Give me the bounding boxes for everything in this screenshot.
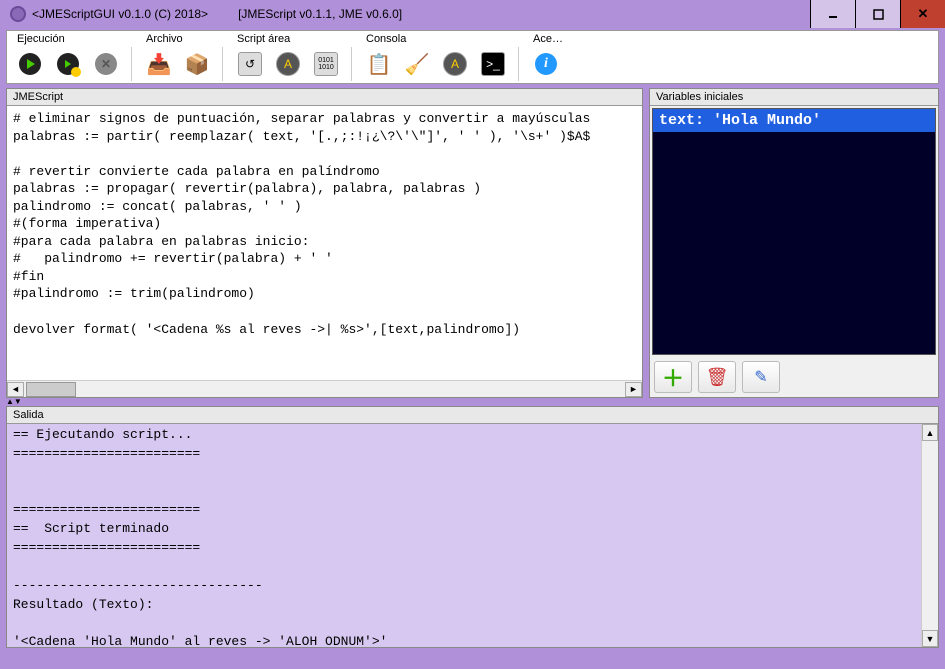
trash-icon: 🗑 xyxy=(706,367,729,388)
app-icon xyxy=(10,6,26,22)
output-panel: Salida == Ejecutando script... =========… xyxy=(6,406,939,648)
binary-icon: 01011010 xyxy=(314,52,338,76)
toolbar-group-script: Script área ↺ A 01011010 xyxy=(233,33,352,81)
stop-icon xyxy=(95,53,117,75)
toolbar: Ejecución Archivo 📥 📦 Script área ↺ A 01… xyxy=(6,30,939,84)
close-button[interactable]: ✕ xyxy=(900,0,945,28)
vars-panel-header: Variables iniciales xyxy=(650,89,938,106)
editor-hscrollbar[interactable]: ◄ ► xyxy=(7,380,642,397)
play-icon xyxy=(19,53,41,75)
vars-list[interactable]: text: 'Hola Mundo' xyxy=(652,108,936,355)
stop-button[interactable] xyxy=(89,47,123,81)
script-panel: JMEScript # eliminar signos de puntuació… xyxy=(6,88,643,398)
splitter-handle[interactable]: ▲▼ xyxy=(6,398,939,406)
app-title: <JMEScriptGUI v0.1.0 (C) 2018> xyxy=(32,7,208,21)
info-icon: i xyxy=(535,53,557,75)
vars-panel: Variables iniciales text: 'Hola Mundo' ＋… xyxy=(649,88,939,398)
scroll-thumb[interactable] xyxy=(26,382,76,397)
script-clear-button[interactable]: ↺ xyxy=(233,47,267,81)
terminal-icon: >_ xyxy=(481,52,505,76)
var-add-button[interactable]: ＋ xyxy=(654,361,692,393)
pencil-icon: ✎ xyxy=(754,367,767,387)
console-terminal-button[interactable]: >_ xyxy=(476,47,510,81)
copy-icon: 📋 xyxy=(367,52,392,77)
scroll-right-arrow[interactable]: ► xyxy=(625,382,642,397)
script-editor[interactable]: # eliminar signos de puntuación, separar… xyxy=(7,106,642,380)
output-body[interactable]: == Ejecutando script... ================… xyxy=(7,424,921,647)
scroll-left-arrow[interactable]: ◄ xyxy=(7,382,24,397)
toolbar-label-ejecucion: Ejecución xyxy=(13,33,132,45)
vars-toolbar: ＋ 🗑 ✎ xyxy=(650,357,938,397)
plus-icon: ＋ xyxy=(662,361,684,393)
run-button[interactable] xyxy=(13,47,47,81)
about-button[interactable]: i xyxy=(529,47,563,81)
font-icon: A xyxy=(276,52,300,76)
vars-item-selected[interactable]: text: 'Hola Mundo' xyxy=(653,109,935,132)
toolbar-group-consola: Consola 📋 🧹 A >_ xyxy=(362,33,519,81)
script-font-button[interactable]: A xyxy=(271,47,305,81)
broom-icon: 🧹 xyxy=(405,52,430,77)
scroll-down-arrow[interactable]: ▼ xyxy=(922,630,938,647)
open-icon: 📥 xyxy=(147,52,172,77)
script-panel-header: JMEScript xyxy=(7,89,642,106)
toolbar-label-acerca: Ace… xyxy=(529,33,571,45)
var-delete-button[interactable]: 🗑 xyxy=(698,361,736,393)
toolbar-label-script: Script área xyxy=(233,33,352,45)
var-edit-button[interactable]: ✎ xyxy=(742,361,780,393)
play-step-icon xyxy=(57,53,79,75)
open-button[interactable]: 📥 xyxy=(142,47,176,81)
console-font-button[interactable]: A xyxy=(438,47,472,81)
toolbar-label-consola: Consola xyxy=(362,33,519,45)
run-step-button[interactable] xyxy=(51,47,85,81)
toolbar-group-ejecucion: Ejecución xyxy=(13,33,132,81)
toolbar-group-archivo: Archivo 📥 📦 xyxy=(142,33,223,81)
script-bin-button[interactable]: 01011010 xyxy=(309,47,343,81)
titlebar: <JMEScriptGUI v0.1.0 (C) 2018> [JMEScrip… xyxy=(0,0,945,28)
console-clean-button[interactable]: 🧹 xyxy=(400,47,434,81)
output-panel-header: Salida xyxy=(7,407,938,424)
clear-icon: ↺ xyxy=(238,52,262,76)
save-button[interactable]: 📦 xyxy=(180,47,214,81)
app-subtitle: [JMEScript v0.1.1, JME v0.6.0] xyxy=(238,7,402,21)
output-vscrollbar[interactable]: ▲ ▼ xyxy=(921,424,938,647)
maximize-button[interactable] xyxy=(855,0,900,28)
save-icon: 📦 xyxy=(185,52,210,77)
font2-icon: A xyxy=(443,52,467,76)
toolbar-group-acerca: Ace… i xyxy=(529,33,571,81)
toolbar-label-archivo: Archivo xyxy=(142,33,223,45)
minimize-button[interactable] xyxy=(810,0,855,28)
console-copy-button[interactable]: 📋 xyxy=(362,47,396,81)
scroll-up-arrow[interactable]: ▲ xyxy=(922,424,938,441)
